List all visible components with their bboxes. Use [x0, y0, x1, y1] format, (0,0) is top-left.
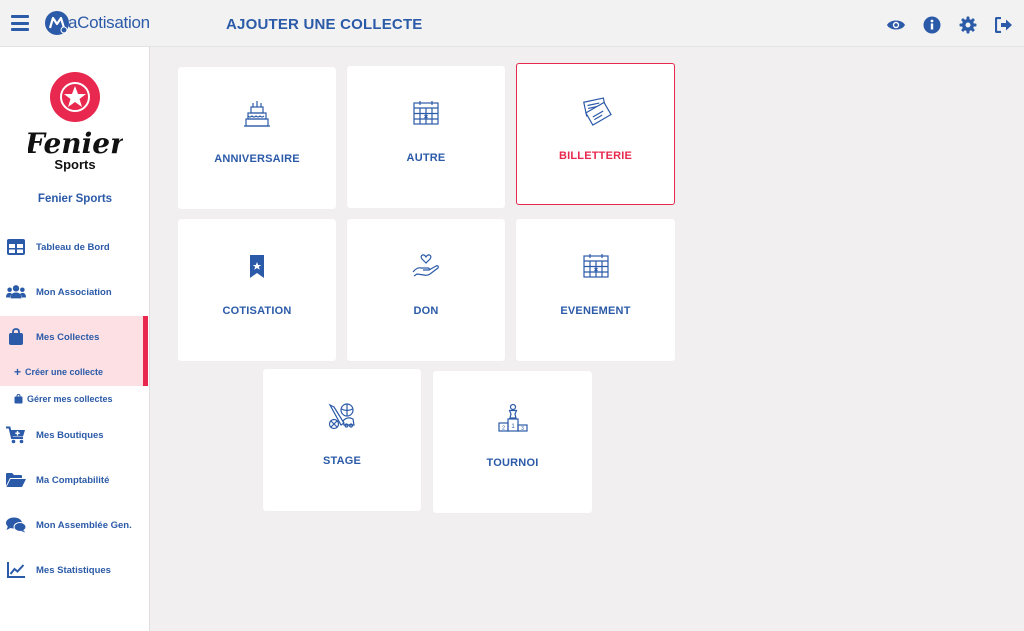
info-icon[interactable]	[914, 14, 950, 36]
nav-label: Ma Comptabilité	[36, 474, 110, 486]
svg-text:1: 1	[511, 424, 515, 430]
club-logo-word1: Fenier	[28, 127, 123, 160]
bookmark-star-icon	[240, 249, 274, 283]
sub-item-create-collecte[interactable]: + Créer une collecte	[14, 365, 104, 379]
card-label: BILLETTERIE	[558, 150, 633, 162]
svg-text:2: 2	[501, 426, 504, 432]
collecte-card-tournoi[interactable]: 1 2 3 TOURNOI	[433, 371, 592, 513]
nav-item-assemblee[interactable]: Mon Assemblée Gen.	[0, 510, 150, 540]
card-label: AUTRE	[406, 152, 446, 164]
club-logo: Fenier Sports	[24, 71, 127, 181]
shopping-bag-icon	[6, 328, 26, 346]
sports-equipment-icon	[325, 399, 359, 433]
card-label: ANNIVERSAIRE	[214, 153, 300, 165]
brand-name: aCotisation	[68, 13, 150, 32]
nav-item-boutiques[interactable]: Mes Boutiques	[0, 420, 150, 450]
sub-item-manage-collectes[interactable]: Gérer mes collectes	[14, 394, 113, 404]
collecte-card-don[interactable]: DON	[347, 219, 505, 361]
top-bar: aCotisation AJOUTER UNE COLLECTE	[0, 0, 1024, 47]
svg-text:3: 3	[521, 426, 524, 432]
podium-icon: 1 2 3	[496, 401, 530, 435]
table-icon	[6, 238, 26, 256]
nav-label: Mes Collectes	[36, 331, 100, 343]
folder-open-icon	[6, 471, 26, 489]
card-label: DON	[413, 305, 439, 317]
tickets-icon	[579, 94, 613, 128]
hand-heart-icon	[409, 249, 443, 283]
collecte-card-autre[interactable]: AUTRE	[347, 66, 505, 208]
menu-icon[interactable]	[11, 15, 29, 31]
card-label: EVENEMENT	[560, 305, 631, 317]
logo-mark-icon	[44, 10, 70, 36]
cart-icon	[6, 426, 26, 444]
sub-item-label: Créer une collecte	[25, 367, 104, 377]
club-logo-word2: Sports	[54, 157, 95, 172]
nav-label: Mes Boutiques	[36, 429, 104, 441]
club-name: Fenier Sports	[37, 193, 113, 205]
nav-item-collectes[interactable]: Mes Collectes	[0, 322, 150, 352]
collecte-card-billetterie[interactable]: BILLETTERIE	[516, 63, 675, 205]
collecte-card-stage[interactable]: STAGE	[263, 369, 421, 511]
nav-label: Mon Assemblée Gen.	[36, 519, 132, 531]
nav-item-dashboard[interactable]: Tableau de Bord	[0, 232, 150, 262]
nav-item-comptabilite[interactable]: Ma Comptabilité	[0, 465, 150, 495]
gear-icon[interactable]	[950, 14, 986, 36]
card-label: TOURNOI	[486, 457, 539, 469]
sub-item-label: Gérer mes collectes	[27, 394, 113, 404]
collecte-card-anniversaire[interactable]: ANNIVERSAIRE	[178, 67, 336, 209]
comments-icon	[6, 516, 26, 534]
eye-icon[interactable]	[878, 14, 914, 36]
nav-item-association[interactable]: Mon Association	[0, 277, 150, 307]
small-bag-icon	[14, 394, 23, 404]
calendar-icon	[579, 249, 613, 283]
card-label: STAGE	[322, 455, 362, 467]
nav-label: Tableau de Bord	[36, 241, 110, 253]
card-label: COTISATION	[222, 305, 292, 317]
line-chart-icon	[6, 561, 26, 579]
nav-label: Mes Statistiques	[36, 564, 111, 576]
nav-label: Mon Association	[36, 286, 112, 298]
logout-icon[interactable]	[986, 14, 1022, 36]
app-logo[interactable]: aCotisation	[44, 10, 150, 36]
sidebar: Fenier Sports Fenier Sports Tableau de B…	[0, 47, 150, 631]
users-icon	[6, 283, 26, 301]
nav-item-statistiques[interactable]: Mes Statistiques	[0, 555, 150, 585]
plus-icon: +	[14, 365, 22, 379]
collecte-card-cotisation[interactable]: COTISATION	[178, 219, 336, 361]
birthday-cake-icon	[240, 97, 274, 131]
collecte-card-evenement[interactable]: EVENEMENT	[516, 219, 675, 361]
calendar-icon	[409, 96, 443, 130]
page-title: AJOUTER UNE COLLECTE	[226, 16, 423, 33]
